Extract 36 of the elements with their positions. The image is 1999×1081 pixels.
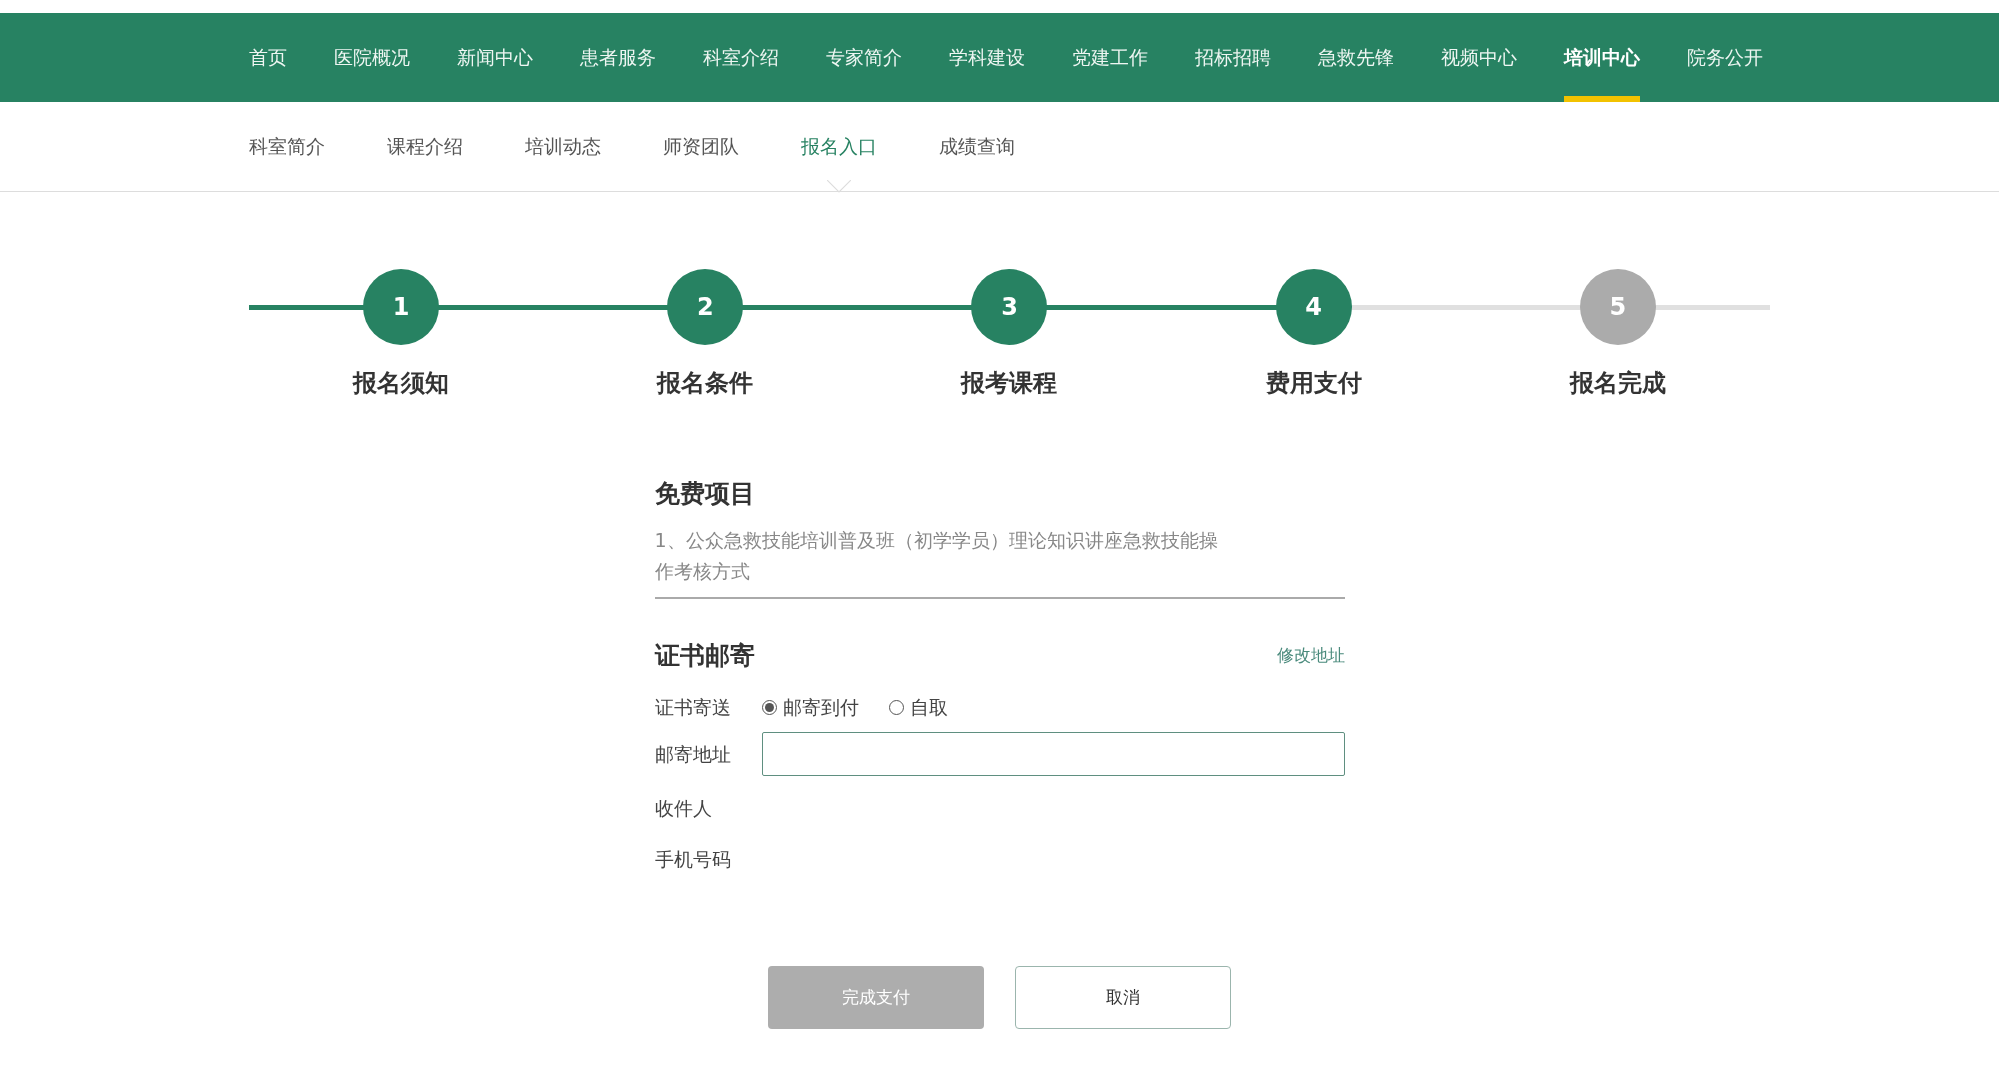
nav-link[interactable]: 培训中心 — [1564, 43, 1640, 72]
nav-link[interactable]: 患者服务 — [580, 43, 656, 72]
nav-link[interactable]: 视频中心 — [1441, 43, 1517, 72]
step-label: 报名完成 — [1569, 368, 1666, 399]
radio-option[interactable]: 自取 — [888, 692, 948, 722]
nav-link[interactable]: 医院概况 — [334, 43, 410, 72]
nav-link[interactable]: 科室介绍 — [703, 43, 779, 72]
section-title: 免费项目 — [654, 478, 756, 510]
edit-address-link[interactable]: 修改地址 — [1276, 642, 1345, 668]
field-label: 手机号码 — [654, 847, 731, 870]
nav-link[interactable]: 急救先锋 — [1318, 43, 1394, 72]
step-label: 报名须知 — [353, 368, 450, 399]
sub-nav-link[interactable]: 成绩查询 — [939, 135, 1015, 158]
field-label: 证书寄送 — [654, 694, 732, 720]
step-label: 报名条件 — [657, 368, 754, 399]
sub-nav-link[interactable]: 报名入口 — [801, 135, 877, 158]
address-input[interactable] — [761, 732, 1345, 776]
cancel-button[interactable]: 取消 — [1015, 966, 1231, 1029]
nav-link[interactable]: 党建工作 — [1072, 43, 1148, 72]
step-label: 报考课程 — [961, 368, 1058, 399]
sub-nav-link[interactable]: 科室简介 — [249, 135, 325, 158]
section-title: 证书邮寄 — [654, 639, 755, 672]
nav-link[interactable]: 新闻中心 — [457, 43, 533, 72]
nav-link[interactable]: 首页 — [249, 43, 287, 72]
field-label: 收件人 — [654, 797, 712, 819]
nav-link[interactable]: 专家简介 — [826, 43, 902, 72]
item-description: 1、公众急救技能培训普及班（初学学员）理论知识讲座急救技能操作考核方式 — [654, 527, 1219, 584]
field-label: 邮寄地址 — [654, 741, 732, 767]
sub-nav-link[interactable]: 课程介绍 — [387, 135, 463, 158]
radio-option[interactable]: 邮寄到付 — [761, 692, 859, 722]
sub-nav-link[interactable]: 师资团队 — [663, 135, 739, 158]
step-label: 费用支付 — [1265, 368, 1362, 399]
nav-link[interactable]: 院务公开 — [1687, 43, 1763, 72]
nav-link[interactable]: 招标招聘 — [1195, 43, 1271, 72]
sub-nav-link[interactable]: 培训动态 — [525, 135, 601, 158]
nav-link[interactable]: 学科建设 — [949, 43, 1025, 72]
